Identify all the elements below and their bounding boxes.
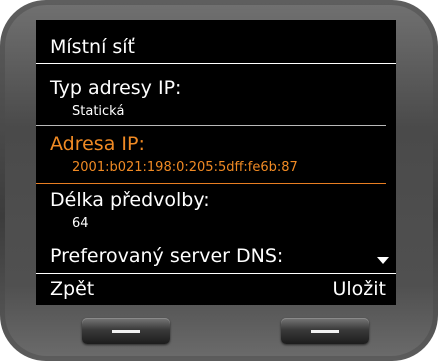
- setting-label: Typ adresy IP:: [50, 77, 182, 99]
- setting-ip-address[interactable]: Adresa IP: 2001:b021:198:0:205:5dff:fe6b…: [36, 132, 386, 184]
- scroll-down-arrow-icon: [377, 257, 389, 264]
- softkey-back[interactable]: Zpět: [50, 274, 94, 304]
- setting-prefix-length[interactable]: Délka předvolby: 64: [36, 188, 386, 238]
- setting-label: Délka předvolby:: [50, 189, 210, 211]
- right-display-key[interactable]: [281, 318, 369, 344]
- display-screen: Místní síť Typ adresy IP: Statická Adres…: [36, 20, 396, 305]
- setting-label: Preferovaný server DNS:: [50, 245, 284, 267]
- setting-ip-address-type[interactable]: Typ adresy IP: Statická: [36, 76, 386, 126]
- softkey-save[interactable]: Uložit: [332, 274, 386, 304]
- screen-title: Místní síť: [36, 30, 396, 64]
- setting-value: Statická: [72, 104, 125, 119]
- dash-icon: [112, 330, 140, 333]
- softkey-bar: Zpět Uložit: [36, 273, 396, 305]
- left-display-key[interactable]: [82, 318, 170, 344]
- setting-value: 2001:b021:198:0:205:5dff:fe6b:87: [72, 160, 298, 175]
- setting-label: Adresa IP:: [50, 133, 145, 155]
- setting-value: 64: [72, 216, 89, 231]
- phone-device-frame: Místní síť Typ adresy IP: Statická Adres…: [0, 0, 438, 361]
- dash-icon: [311, 330, 339, 333]
- setting-preferred-dns-server[interactable]: Preferovaný server DNS:: [36, 244, 386, 272]
